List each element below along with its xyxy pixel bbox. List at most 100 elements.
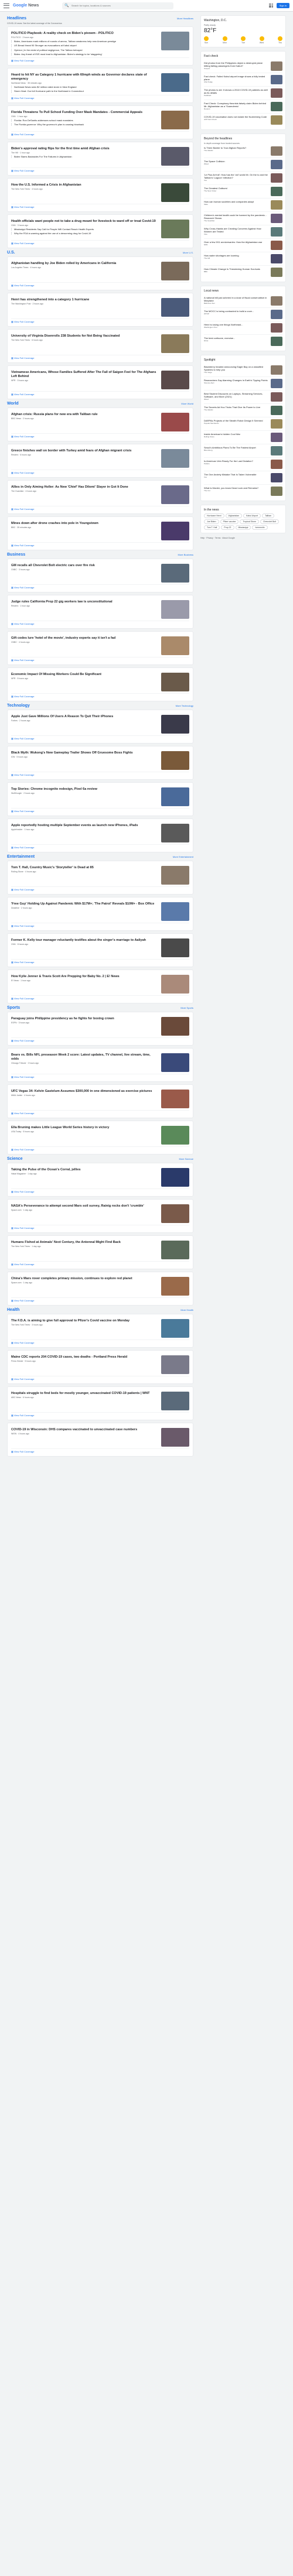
sidebar-item[interactable]: Fact check: Failed Kabul airport image s…	[204, 73, 282, 87]
sidebar-item[interactable]: What is Murder, you know Dead Lock and R…	[204, 485, 282, 498]
story-title[interactable]: Humans Fished at Animals' Next Century, …	[11, 1241, 158, 1245]
full-coverage-link[interactable]: ▦ View Full Coverage	[11, 961, 189, 964]
topic-chip[interactable]: Kabul Airport	[243, 513, 261, 518]
sidebar-item[interactable]: Best Student Discounts on Laptops, Strea…	[204, 390, 282, 404]
story-title[interactable]: Heard to hit NY as Category 1 hurricane …	[11, 73, 158, 81]
full-coverage-link[interactable]: ▦ View Full Coverage	[11, 357, 189, 359]
section-more-link-technology[interactable]: More Technology	[176, 704, 193, 707]
sidebar-item-thumbnail[interactable]	[271, 214, 282, 223]
sidebar-item-title[interactable]: Children's mental health could be harmed…	[204, 214, 268, 220]
sidebar-item-thumbnail[interactable]	[271, 227, 282, 237]
sidebar-item-thumbnail[interactable]	[271, 241, 282, 250]
full-coverage-link[interactable]: ▦ View Full Coverage	[11, 544, 189, 547]
section-title-world[interactable]: World	[7, 402, 19, 406]
related-story[interactable]: Storm Heat: Our full Hurricane path to t…	[11, 90, 158, 93]
sidebar-item[interactable]: Henri is losing one things Northeast... W…	[204, 321, 282, 335]
story-row[interactable]: Biden's approval rating flips for the fi…	[11, 145, 189, 168]
google-news-logo[interactable]: Google News	[13, 4, 39, 8]
story-row[interactable]: Afghanistan handling by Joe Biden rolled…	[11, 260, 189, 283]
sidebar-item-title[interactable]: How water shortages are looming	[204, 254, 268, 257]
sidebar-item-title[interactable]: Fact Check: Conspiracy theorists falsely…	[204, 102, 268, 108]
story-row[interactable]: COVID-19 in Wisconsin: DHS compares vacc…	[11, 1426, 189, 1449]
story-title[interactable]: Gift codes lure 'hotel of the movie', in…	[11, 636, 158, 640]
full-coverage-link[interactable]: ▦ View Full Coverage	[11, 1263, 189, 1266]
sidebar-item-title[interactable]: How can human societies and companies ad…	[204, 200, 268, 203]
sidebar-item[interactable]: Did photos from the Philippines depict a…	[204, 60, 282, 73]
story-thumbnail[interactable]	[161, 1276, 189, 1296]
story-row[interactable]: China's Mars rover completes primary mis…	[11, 1275, 189, 1298]
related-story[interactable]: The Florida governor: Why the governor's…	[11, 122, 158, 126]
story-row[interactable]: Black Myth: Wukong's New Gameplay Traile…	[11, 749, 189, 772]
search-icon[interactable]: 🔍	[64, 4, 69, 8]
story-thumbnail[interactable]	[161, 823, 189, 842]
sidebar-item[interactable]: Seoul's Ambitious Plans To Be The Fastes…	[204, 444, 282, 458]
sidebar-item-thumbnail[interactable]	[271, 473, 282, 482]
story-thumbnail[interactable]	[161, 938, 189, 957]
sidebar-item-thumbnail[interactable]	[271, 296, 282, 306]
section-title-us[interactable]: U.S.	[7, 251, 15, 255]
story-thumbnail[interactable]	[161, 1204, 189, 1223]
story-title[interactable]: Taking the Pulse of the Ocean's Corral, …	[11, 1168, 158, 1172]
spotlight-title[interactable]: Spotlight	[204, 358, 282, 362]
story-title[interactable]: Afghanistan handling by Joe Biden rolled…	[11, 262, 158, 266]
story-row[interactable]: Apple reportedly hosting multiple Septem…	[11, 822, 189, 845]
full-coverage-link[interactable]: ▦ View Full Coverage	[11, 924, 189, 927]
search-input[interactable]	[71, 4, 171, 7]
sidebar-item[interactable]: Inside American's hidden Cool War Rolling…	[204, 431, 282, 444]
sidebar-item-thumbnail[interactable]	[271, 187, 282, 196]
full-coverage-link[interactable]: ▦ View Full Coverage	[11, 659, 189, 662]
story-title[interactable]: Florida Threatens To Pull School Funding…	[11, 111, 158, 115]
sidebar-item-thumbnail[interactable]	[271, 392, 282, 402]
full-coverage-link[interactable]: ▦ View Full Coverage	[11, 1341, 189, 1344]
story-row[interactable]: 'Free Guy' Holding Up Against Pandemic W…	[11, 900, 189, 923]
section-more-link-entertainment[interactable]: More Entertainment	[173, 855, 193, 858]
sidebar-item-title[interactable]: Fact check: Failed Kabul airport image s…	[204, 75, 268, 81]
sidebar-item[interactable]: A national bill just ushered in a dose o…	[204, 294, 282, 308]
sidebar-item-title[interactable]: The best cortisone, exercise...	[204, 337, 268, 340]
story-thumbnail[interactable]	[161, 73, 189, 92]
story-row[interactable]: Judge rules California Prop 22 gig worke…	[11, 598, 189, 621]
footer-links[interactable]: Help · Privacy · Terms · About Google	[200, 537, 286, 540]
story-thumbnail[interactable]	[161, 1355, 189, 1374]
story-thumbnail[interactable]	[161, 1089, 189, 1108]
sidebar-item[interactable]: The One Anxiety Mistake That Is Taken Vu…	[204, 471, 282, 485]
topic-chip[interactable]: Joe Biden	[204, 519, 219, 524]
menu-icon[interactable]	[4, 3, 9, 8]
story-row[interactable]: Bears vs. Bills NFL preseason Week 2 sco…	[11, 1051, 189, 1074]
story-row[interactable]: Gift codes lure 'hotel of the movie', in…	[11, 635, 189, 657]
related-story[interactable]: Why the FDA is warning against the use o…	[11, 231, 158, 235]
story-thumbnail[interactable]	[161, 32, 189, 50]
story-thumbnail[interactable]	[161, 1391, 189, 1410]
story-row[interactable]: Top Stories: Chrome incognito redesign, …	[11, 786, 189, 809]
full-coverage-link[interactable]: ▦ View Full Coverage	[11, 1414, 189, 1417]
story-thumbnail[interactable]	[161, 370, 189, 389]
full-coverage-link[interactable]: ▦ View Full Coverage	[11, 97, 189, 100]
story-thumbnail[interactable]	[161, 714, 189, 734]
sidebar-item[interactable]: The Secrets Ad Hoc Tricks That Give Its …	[204, 404, 282, 417]
story-title[interactable]: 'Free Guy' Holding Up Against Pandemic W…	[11, 902, 158, 906]
sidebar-item[interactable]: 'Le Plus Art full': How has the 'old' wo…	[204, 172, 282, 185]
sidebar-item-thumbnail[interactable]	[271, 115, 282, 125]
related-story[interactable]: Biden Slams Backsides For The Failures I…	[11, 155, 158, 158]
sidebar-item-thumbnail[interactable]	[271, 173, 282, 183]
sidebar-item-thumbnail[interactable]	[271, 379, 282, 388]
section-title-entertainment[interactable]: Entertainment	[7, 855, 35, 859]
sidebar-item-thumbnail[interactable]	[271, 254, 282, 263]
full-coverage-link[interactable]: ▦ View Full Coverage	[11, 393, 189, 396]
story-thumbnail[interactable]	[161, 1318, 189, 1338]
story-thumbnail[interactable]	[161, 974, 189, 994]
story-row[interactable]: Henri has strengthened into a category 1…	[11, 296, 189, 319]
topic-chip[interactable]: Tom T. Hall	[204, 525, 220, 530]
sidebar-item-thumbnail[interactable]	[271, 365, 282, 375]
full-coverage-link[interactable]: ▦ View Full Coverage	[11, 169, 189, 172]
story-thumbnail[interactable]	[161, 334, 189, 353]
sidebar-item[interactable]: COVID-19 vaccination does not violate th…	[204, 114, 282, 126]
story-title[interactable]: Henri has strengthened into a category 1…	[11, 298, 158, 302]
sidebar-item-title[interactable]: The photos is old: It shows a 2018 COVID…	[204, 88, 268, 94]
story-row[interactable]: Former K. Kelly tour manager reluctantly…	[11, 937, 189, 960]
full-coverage-link[interactable]: ▦ View Full Coverage	[11, 737, 189, 740]
story-title[interactable]: Top Stories: Chrome incognito redesign, …	[11, 787, 158, 792]
section-title-science[interactable]: Science	[7, 1157, 22, 1161]
section-more-link-sports[interactable]: More Sports	[180, 1006, 193, 1009]
story-title[interactable]: Mines down after drone crashes into pole…	[11, 522, 158, 526]
